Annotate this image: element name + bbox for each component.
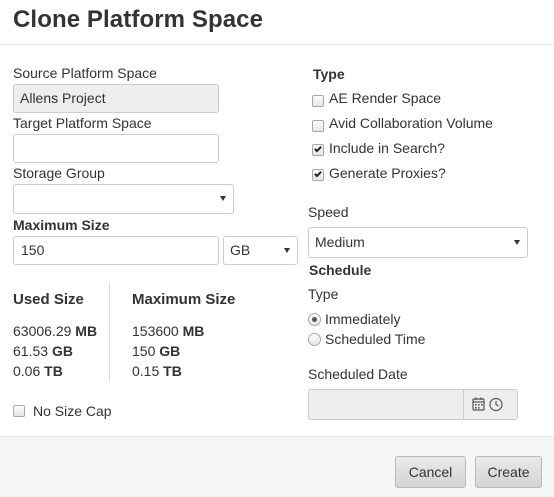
- avid-collab-volume-label: Avid Collaboration Volume: [329, 115, 493, 131]
- include-in-search-label: Include in Search?: [329, 140, 445, 156]
- checkmark-icon: [314, 144, 322, 153]
- max-size-tb: 0.15 TB: [132, 363, 182, 379]
- include-in-search-checkbox[interactable]: [312, 144, 324, 156]
- max-size-tb-unit: TB: [163, 363, 182, 379]
- generate-proxies-label: Generate Proxies?: [329, 165, 446, 181]
- speed-value: Medium: [315, 234, 365, 250]
- used-size-mb-value: 63006.29: [13, 323, 72, 339]
- scheduled-date-label: Scheduled Date: [308, 366, 408, 382]
- checkmark-icon: [314, 169, 322, 178]
- target-space-input[interactable]: [13, 134, 219, 163]
- max-size-mb: 153600 MB: [132, 323, 204, 339]
- source-space-label: Source Platform Space: [13, 65, 157, 81]
- used-size-mb-unit: MB: [75, 323, 98, 339]
- no-size-cap-checkbox[interactable]: [13, 405, 25, 417]
- scheduled-time-label: Scheduled Time: [325, 331, 426, 347]
- immediately-label: Immediately: [325, 311, 401, 327]
- no-size-cap-label: No Size Cap: [33, 403, 112, 419]
- max-size-tb-value: 0.15: [132, 363, 160, 379]
- max-size-gb: 150 GB: [132, 343, 180, 359]
- ae-render-space-label: AE Render Space: [329, 90, 442, 106]
- speed-select[interactable]: Medium: [308, 227, 528, 258]
- max-size-gb-value: 150: [132, 343, 156, 359]
- calendar-clock-icon: [472, 397, 503, 412]
- schedule-heading: Schedule: [309, 262, 372, 278]
- max-size-mb-unit: MB: [182, 323, 205, 339]
- schedule-type-label: Type: [308, 286, 339, 302]
- size-unit-value: GB: [230, 242, 251, 258]
- immediately-radio[interactable]: [308, 313, 321, 326]
- size-unit-select[interactable]: GB: [223, 236, 298, 265]
- used-size-tb-value: 0.06: [13, 363, 41, 379]
- avid-collab-volume-checkbox[interactable]: [312, 120, 324, 132]
- used-size-heading: Used Size: [13, 291, 84, 308]
- type-heading: Type: [313, 66, 345, 82]
- dialog-title: Clone Platform Space: [13, 6, 264, 33]
- used-size-gb-unit: GB: [51, 343, 73, 359]
- max-size-mb-value: 153600: [132, 323, 179, 339]
- source-space-field: Allens Project: [13, 84, 219, 113]
- chevron-down-icon: [220, 196, 226, 201]
- max-size-input[interactable]: 150: [13, 236, 219, 265]
- used-size-tb: 0.06 TB: [13, 363, 63, 379]
- dialog-footer: Cancel Create: [0, 436, 554, 497]
- ae-render-space-checkbox[interactable]: [312, 95, 324, 107]
- create-button[interactable]: Create: [475, 456, 542, 488]
- stats-divider: [109, 282, 110, 382]
- dialog-header: Clone Platform Space: [0, 0, 554, 45]
- used-size-gb: 61.53 GB: [13, 343, 73, 359]
- target-space-label: Target Platform Space: [13, 115, 152, 131]
- chevron-down-icon: [514, 240, 520, 245]
- chevron-down-icon: [284, 248, 290, 253]
- used-size-tb-unit: TB: [44, 363, 63, 379]
- storage-group-label: Storage Group: [13, 165, 105, 181]
- max-size-heading: Maximum Size: [132, 291, 236, 308]
- date-picker-button[interactable]: [463, 390, 517, 419]
- used-size-mb: 63006.29 MB: [13, 323, 97, 339]
- scheduled-time-radio[interactable]: [308, 333, 321, 346]
- max-size-label: Maximum Size: [13, 217, 110, 233]
- used-size-gb-value: 61.53: [13, 343, 49, 359]
- speed-label: Speed: [308, 204, 349, 220]
- scheduled-date-field: [308, 389, 518, 420]
- cancel-button[interactable]: Cancel: [395, 456, 466, 488]
- radio-selected-dot: [312, 317, 317, 322]
- storage-group-select[interactable]: [13, 184, 234, 214]
- max-size-gb-unit: GB: [159, 343, 181, 359]
- generate-proxies-checkbox[interactable]: [312, 169, 324, 181]
